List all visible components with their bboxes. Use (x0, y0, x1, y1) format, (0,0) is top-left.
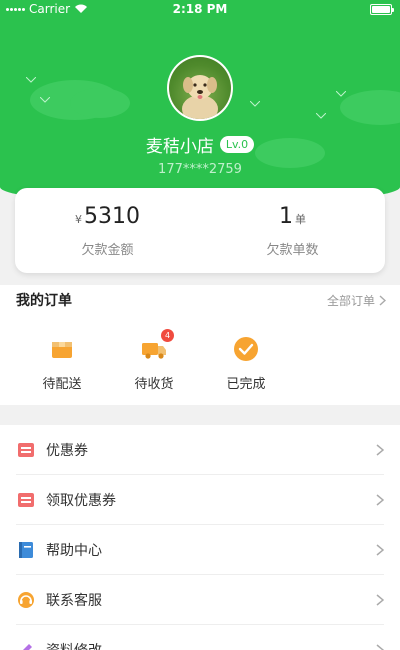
dog-photo-avatar (169, 57, 231, 119)
profile-header: 麦秸小店 Lv.0 177****2759 (0, 0, 400, 205)
menu-label: 联系客服 (46, 593, 102, 609)
order-label: 已完成 (226, 377, 266, 392)
coupon-icon (16, 490, 36, 510)
currency-symbol: ¥ (75, 212, 82, 226)
orders-title: 我的订单 (16, 293, 72, 309)
store-row: 麦秸小店 Lv.0 (0, 132, 400, 157)
debt-count-label: 欠款单数 (266, 242, 319, 258)
debt-amount-label: 欠款金额 (81, 242, 134, 258)
all-orders-link[interactable]: 全部订单 (327, 292, 386, 309)
chevron-right-icon (376, 644, 384, 650)
order-label: 待收货 (134, 377, 174, 392)
chevron-right-icon (379, 294, 386, 306)
order-pending-receipt[interactable]: 4 待收货 (124, 329, 184, 392)
debt-amount-value: 5310 (84, 203, 140, 229)
menu-label: 帮助中心 (46, 543, 102, 559)
debt-count-value: 1 (279, 203, 293, 229)
box-icon (48, 335, 76, 363)
truck-icon: 4 (140, 329, 174, 363)
headset-icon (16, 590, 36, 610)
my-orders-section: 我的订单 全部订单 待配送 4 待收货 已完成 (0, 285, 400, 405)
order-badge: 4 (161, 329, 174, 342)
decor-hill (70, 88, 130, 118)
order-pending-delivery[interactable]: 待配送 (32, 335, 92, 392)
edit-icon (16, 640, 36, 650)
menu-item-help-center[interactable]: 帮助中心 (0, 525, 400, 575)
menu-item-get-coupons[interactable]: 领取优惠券 (0, 475, 400, 525)
book-icon (16, 540, 36, 560)
coupon-icon (16, 440, 36, 460)
status-bar: Carrier 2:18 PM (0, 0, 400, 20)
level-badge: Lv.0 (219, 136, 255, 153)
debt-count-unit: 单 (295, 212, 306, 226)
store-name: 麦秸小店 (145, 137, 214, 157)
chevron-right-icon (376, 494, 384, 506)
bird-icon (335, 82, 347, 97)
order-label: 待配送 (42, 377, 82, 392)
menu-item-contact-service[interactable]: 联系客服 (0, 575, 400, 625)
menu-label: 资料修改 (46, 640, 102, 650)
menu-list: 优惠券 领取优惠券 帮助中心 联系客服 资料修改 (0, 425, 400, 650)
chevron-right-icon (376, 544, 384, 556)
all-orders-label: 全部订单 (326, 293, 375, 308)
debt-summary-card: ¥ 5310 欠款金额 1 单 欠款单数 (15, 188, 385, 273)
chevron-right-icon (376, 444, 384, 456)
menu-label: 优惠券 (46, 443, 88, 459)
bird-icon (25, 68, 37, 83)
check-circle-icon (232, 335, 260, 363)
battery-icon (370, 4, 394, 15)
menu-label: 领取优惠券 (46, 493, 116, 509)
menu-item-edit-profile[interactable]: 资料修改 (0, 625, 400, 650)
phone-number: 177****2759 (158, 162, 242, 177)
status-time: 2:18 PM (172, 2, 228, 16)
debt-count[interactable]: 1 单 欠款单数 (200, 188, 385, 273)
menu-item-coupons[interactable]: 优惠券 (0, 425, 400, 475)
avatar[interactable] (167, 55, 233, 121)
order-completed[interactable]: 已完成 (216, 335, 276, 392)
bird-icon (39, 88, 51, 103)
bird-icon (249, 92, 261, 107)
bird-icon (315, 104, 327, 119)
orders-header: 我的订单 全部订单 (16, 290, 386, 310)
decor-hill (340, 90, 400, 125)
debt-amount[interactable]: ¥ 5310 欠款金额 (15, 188, 200, 273)
chevron-right-icon (376, 594, 384, 606)
